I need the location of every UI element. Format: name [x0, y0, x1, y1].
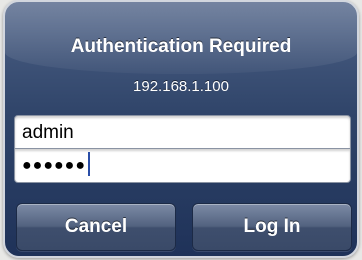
cancel-button[interactable]: Cancel [16, 203, 176, 251]
username-value: admin [22, 122, 74, 143]
username-field[interactable]: admin [14, 115, 351, 149]
dialog-title: Authentication Required [70, 36, 292, 57]
password-field[interactable]: ●●●●●● [14, 149, 351, 183]
host-address: 192.168.1.100 [133, 78, 229, 95]
text-cursor [87, 152, 90, 177]
password-value: ●●●●●● [22, 157, 86, 174]
authentication-dialog: Authentication Required 192.168.1.100 ad… [3, 0, 359, 258]
log-in-button[interactable]: Log In [192, 203, 352, 251]
